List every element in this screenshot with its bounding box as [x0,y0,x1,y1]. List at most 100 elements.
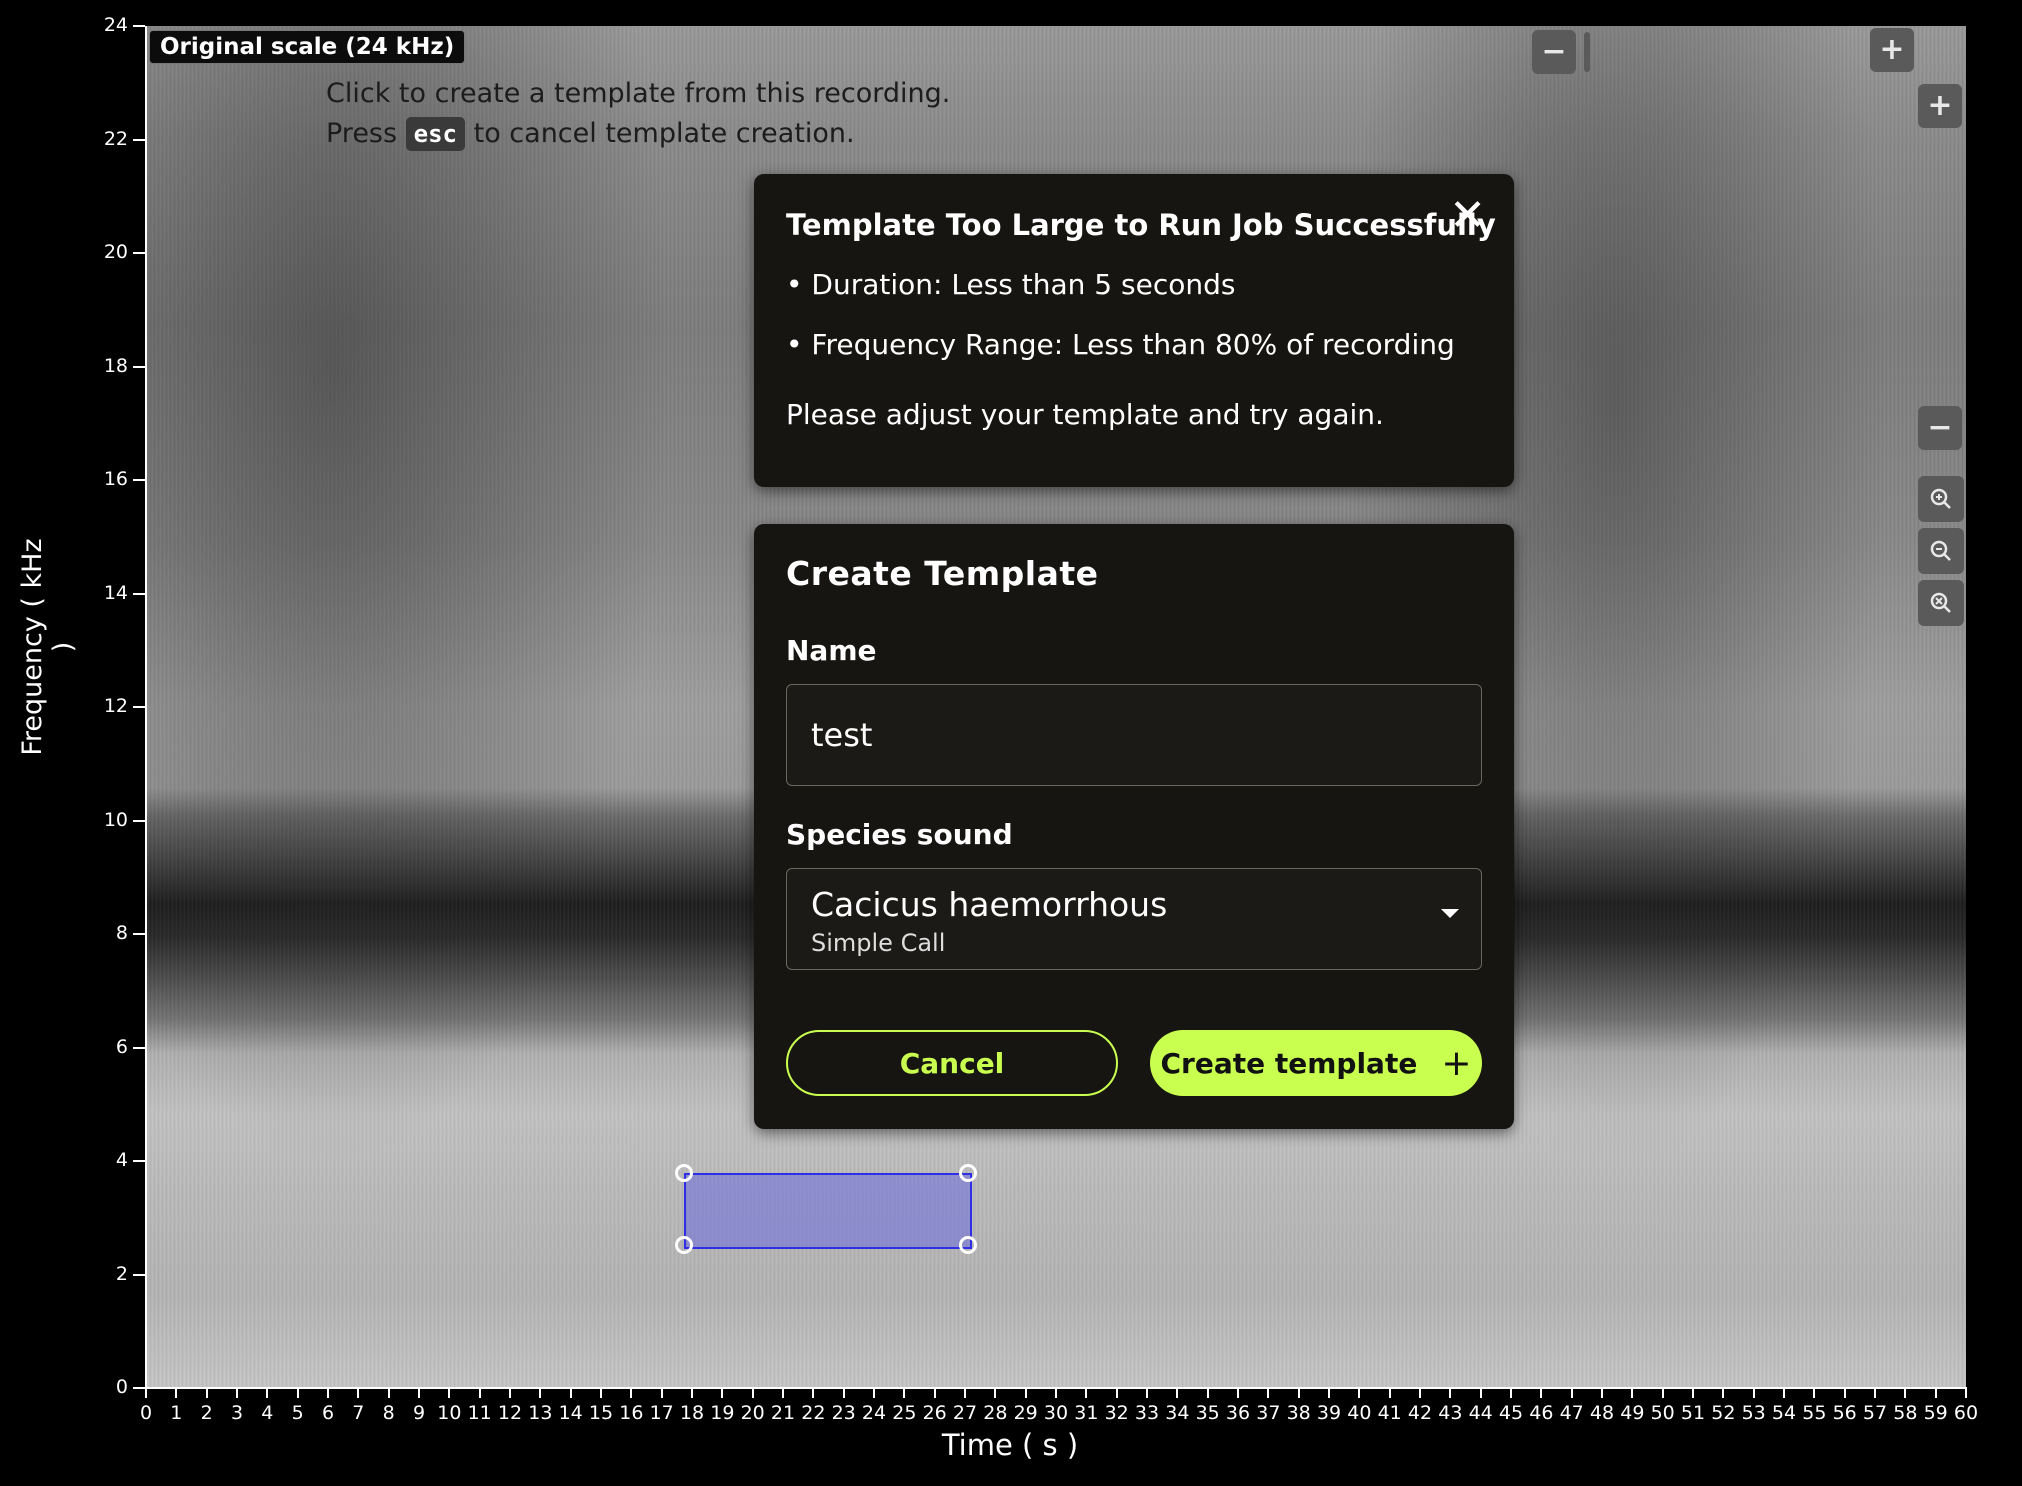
x-tick-label: 20 [740,1402,765,1424]
name-label: Name [786,634,877,667]
x-tick-label: 29 [1013,1402,1038,1424]
x-tick-mark [145,1388,147,1398]
y-tick-mark [133,479,145,481]
warning-title: Template Too Large to Run Job Successful… [786,208,1496,242]
x-tick-mark [842,1388,845,1398]
x-tick-mark [1297,1388,1300,1398]
spectrogram-shade [146,26,766,1387]
x-tick-label: 33 [1134,1402,1160,1424]
x-tick-mark [418,1388,420,1398]
x-tick-mark [994,1388,997,1398]
x-tick-mark [1722,1388,1725,1398]
x-tick-mark [1813,1388,1816,1398]
template-selection-box[interactable] [684,1173,972,1249]
x-tick-mark [1752,1388,1755,1398]
selection-handle-top-right[interactable] [959,1164,977,1182]
zoom-in-time-button[interactable]: + [1870,28,1914,72]
zoom-out-time-button[interactable]: − [1532,30,1576,74]
create-template-dialog: Create Template Name Species sound Cacic… [754,524,1514,1129]
x-tick-mark [539,1388,542,1398]
x-tick-label: 36 [1225,1402,1251,1424]
y-tick-mark [133,1387,145,1389]
x-tick-label: 37 [1256,1402,1281,1424]
x-tick-label: 41 [1377,1402,1402,1424]
x-tick-label: 59 [1923,1402,1948,1424]
y-tick-label: 22 [103,127,128,150]
x-tick-mark [1449,1388,1452,1398]
selection-handle-top-left[interactable] [675,1164,693,1182]
cancel-label: Cancel [899,1046,1005,1080]
close-icon[interactable]: ✕ [1449,194,1486,238]
warning-message: Please adjust your template and try agai… [786,398,1384,431]
x-tick-mark [236,1388,238,1398]
x-tick-label: 9 [412,1402,426,1424]
species-sound-select[interactable]: Cacicus haemorrhous Simple Call [786,868,1482,970]
x-tick-label: 18 [679,1402,705,1424]
cancel-button[interactable]: Cancel [786,1030,1118,1096]
zoom-out-frequency-button[interactable]: − [1918,406,1962,450]
x-tick-label: 49 [1620,1402,1645,1424]
selection-handle-bottom-right[interactable] [959,1236,977,1254]
zoom-in-frequency-button[interactable]: + [1918,84,1962,128]
y-tick-mark [133,138,145,141]
selection-handle-bottom-left[interactable] [675,1236,693,1254]
y-tick-mark [133,592,145,595]
x-tick-mark [782,1388,784,1398]
y-tick-mark [133,1273,145,1276]
x-tick-mark [205,1388,208,1398]
x-tick-label: 31 [1074,1402,1099,1424]
x-tick-label: 7 [352,1402,365,1424]
species-label: Species sound [786,818,1013,851]
y-tick-mark [133,365,145,368]
x-tick-label: 8 [382,1402,395,1424]
x-tick-mark [721,1388,724,1398]
x-tick-label: 24 [861,1402,887,1424]
zoom-in-button[interactable] [1918,476,1964,522]
x-tick-mark [1055,1388,1057,1398]
zoom-out-icon [1930,540,1951,561]
zoom-out-button[interactable] [1918,528,1964,574]
x-tick-label: 0 [139,1402,153,1424]
x-tick-label: 11 [467,1402,492,1424]
y-tick-label: 12 [103,695,128,717]
x-tick-mark [1479,1388,1482,1398]
template-size-warning: Template Too Large to Run Job Successful… [754,174,1514,487]
x-tick-mark [478,1388,481,1398]
create-template-button[interactable]: Create template + [1150,1030,1482,1096]
x-tick-mark [1692,1388,1694,1398]
x-tick-label: 14 [558,1402,583,1424]
x-tick-mark [964,1388,966,1398]
x-tick-mark [691,1388,693,1398]
create-label: Create template [1160,1046,1418,1080]
x-tick-label: 52 [1711,1402,1736,1424]
x-tick-label: 30 [1043,1402,1069,1424]
x-tick-mark [569,1388,572,1398]
x-tick-mark [357,1388,360,1398]
x-tick-label: 45 [1498,1402,1524,1424]
x-tick-mark [1176,1388,1179,1398]
template-name-input[interactable] [786,684,1482,786]
x-tick-mark [1024,1388,1027,1398]
plus-icon: + [1927,88,1953,123]
x-tick-mark [1510,1388,1512,1398]
x-tick-mark [1601,1388,1603,1398]
x-tick-mark [175,1388,178,1398]
scale-badge: Original scale (24 kHz) [149,30,466,64]
chevron-down-icon [1441,909,1459,918]
y-tick-label: 2 [115,1262,128,1285]
x-tick-mark [1934,1388,1937,1398]
esc-key-badge: esc [405,117,466,151]
zoom-reset-icon [1930,592,1951,613]
minus-icon: − [1927,410,1953,445]
x-tick-label: 2 [200,1402,213,1424]
y-tick-mark [133,1160,145,1162]
x-tick-mark [1904,1388,1907,1398]
x-tick-mark [1570,1388,1573,1398]
x-tick-label: 23 [831,1402,856,1424]
zoom-reset-button[interactable] [1918,580,1964,626]
x-tick-label: 17 [649,1402,674,1424]
x-tick-label: 43 [1438,1402,1463,1424]
y-tick-label: 6 [115,1035,128,1058]
scroll-thumb[interactable] [1584,32,1590,72]
x-tick-mark [873,1388,875,1398]
